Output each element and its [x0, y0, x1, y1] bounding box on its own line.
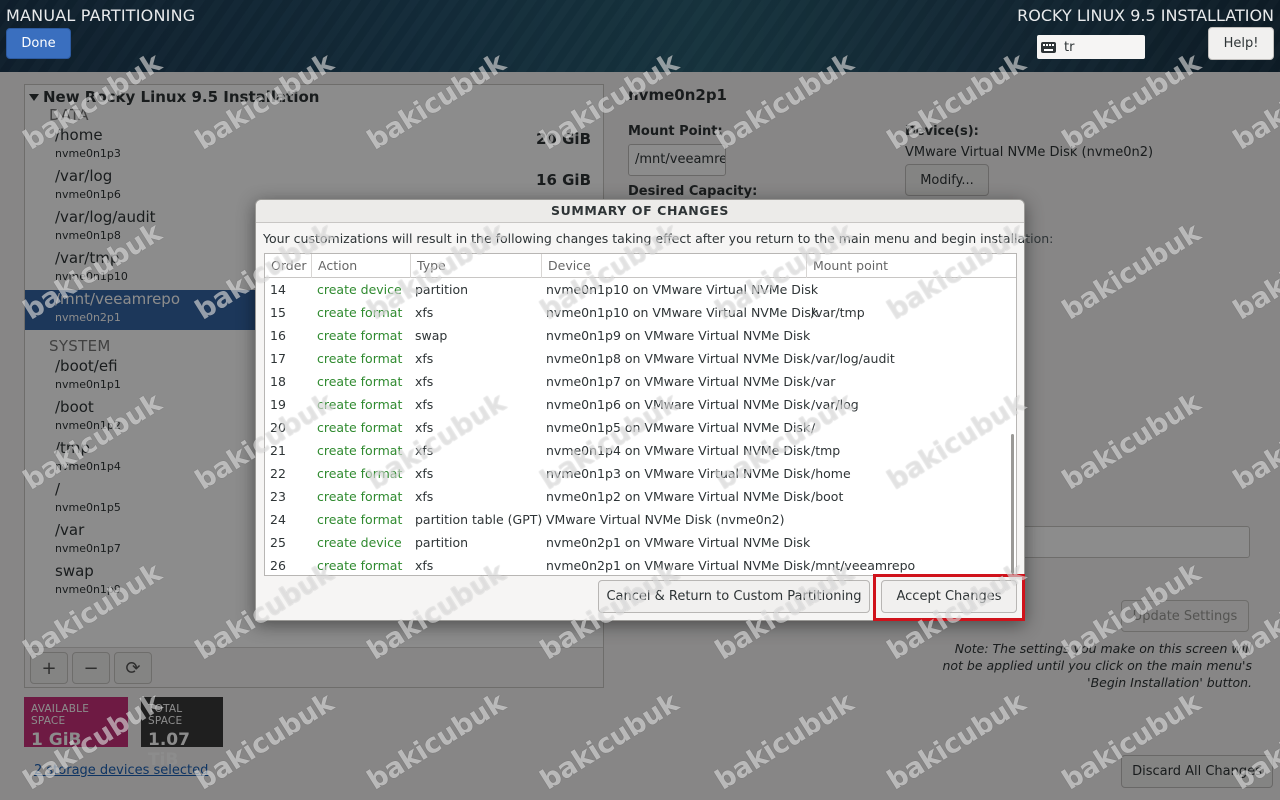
cell-mount: /var/tmp — [811, 305, 865, 320]
cell-device: nvme0n2p1 on VMware Virtual NVMe Disk — [546, 558, 811, 573]
cell-action: create device — [317, 535, 402, 550]
cell-mount: / — [811, 420, 816, 435]
table-header: Order Action Type Device Mount point — [265, 254, 1016, 278]
cell-device: nvme0n1p7 on VMware Virtual NVMe Disk — [546, 374, 811, 389]
keyboard-layout-label: tr — [1064, 39, 1075, 55]
keyboard-icon — [1041, 41, 1056, 53]
help-button[interactable]: Help! — [1208, 27, 1274, 60]
dialog-title: SUMMARY OF CHANGES — [256, 200, 1024, 223]
cell-type: xfs — [415, 420, 434, 435]
cell-device: nvme0n1p10 on VMware Virtual NVMe Disk — [546, 305, 819, 320]
cell-action: create format — [317, 305, 403, 320]
changes-table: Order Action Type Device Mount point 14 c… — [264, 253, 1017, 576]
table-row[interactable]: 20 create format xfs nvme0n1p5 on VMware Vi… — [265, 417, 1016, 440]
cell-mount: /mnt/veeamrepo — [811, 558, 916, 573]
cell-mount: /tmp — [811, 443, 841, 458]
cell-action: create format — [317, 466, 403, 481]
cell-order: 20 — [270, 420, 286, 435]
table-row[interactable]: 15 create format xfs nvme0n1p10 on VMware V… — [265, 302, 1016, 325]
cell-device: nvme0n1p4 on VMware Virtual NVMe Disk — [546, 443, 811, 458]
table-row[interactable]: 19 create format xfs nvme0n1p6 on VMware Vi… — [265, 394, 1016, 417]
cell-mount: /var — [811, 374, 836, 389]
column-device[interactable]: Device — [542, 254, 807, 278]
cell-type: xfs — [415, 374, 434, 389]
cell-order: 18 — [270, 374, 286, 389]
table-row[interactable]: 22 create format xfs nvme0n1p3 on VMware Vi… — [265, 463, 1016, 486]
cell-device: nvme0n1p3 on VMware Virtual NVMe Disk — [546, 466, 811, 481]
cell-type: xfs — [415, 305, 434, 320]
cell-order: 14 — [270, 282, 286, 297]
cell-type: partition — [415, 282, 469, 297]
cell-order: 23 — [270, 489, 286, 504]
cell-device: VMware Virtual NVMe Disk (nvme0n2) — [546, 512, 785, 527]
column-type[interactable]: Type — [411, 254, 542, 278]
cell-device: nvme0n1p10 on VMware Virtual NVMe Disk — [546, 282, 819, 297]
table-row[interactable]: 23 create format xfs nvme0n1p2 on VMware Vi… — [265, 486, 1016, 509]
cell-type: swap — [415, 328, 448, 343]
cell-type: partition — [415, 535, 469, 550]
cell-action: create format — [317, 489, 403, 504]
cell-order: 22 — [270, 466, 286, 481]
column-mount-point[interactable]: Mount point — [807, 254, 1016, 278]
cell-order: 16 — [270, 328, 286, 343]
cell-type: xfs — [415, 489, 434, 504]
cell-action: create format — [317, 443, 403, 458]
cell-type: xfs — [415, 397, 434, 412]
table-row[interactable]: 21 create format xfs nvme0n1p4 on VMware Vi… — [265, 440, 1016, 463]
cell-action: create device — [317, 282, 402, 297]
column-order[interactable]: Order — [265, 254, 312, 278]
accept-button-highlight-box — [873, 574, 1025, 621]
cell-device: nvme0n1p8 on VMware Virtual NVMe Disk — [546, 351, 811, 366]
cell-order: 17 — [270, 351, 286, 366]
cell-type: xfs — [415, 443, 434, 458]
cell-mount: /var/log/audit — [811, 351, 895, 366]
cell-action: create format — [317, 351, 403, 366]
cell-device: nvme0n2p1 on VMware Virtual NVMe Disk — [546, 535, 811, 550]
cell-device: nvme0n1p6 on VMware Virtual NVMe Disk — [546, 397, 811, 412]
cell-action: create format — [317, 512, 403, 527]
product-title: ROCKY LINUX 9.5 INSTALLATION — [1017, 6, 1274, 25]
summary-of-changes-dialog: SUMMARY OF CHANGES Your customizations w… — [255, 199, 1053, 621]
cell-device: nvme0n1p5 on VMware Virtual NVMe Disk — [546, 420, 811, 435]
cell-type: xfs — [415, 351, 434, 366]
cell-action: create format — [317, 397, 403, 412]
cell-mount: /boot — [811, 489, 844, 504]
cell-action: create format — [317, 420, 403, 435]
cell-mount: /var/log — [811, 397, 859, 412]
page-title: MANUAL PARTITIONING — [6, 6, 196, 25]
table-row[interactable]: 25 create device partition nvme0n2p1 on VMw… — [265, 532, 1016, 555]
cell-order: 19 — [270, 397, 286, 412]
keyboard-layout-selector[interactable]: tr — [1037, 35, 1145, 59]
table-row[interactable]: 26 create format xfs nvme0n2p1 on VMware Vi… — [265, 555, 1016, 575]
column-action[interactable]: Action — [312, 254, 411, 278]
dialog-message: Your customizations will result in the f… — [263, 231, 1054, 246]
cell-type: xfs — [415, 558, 434, 573]
done-button[interactable]: Done — [6, 28, 71, 59]
cell-action: create format — [317, 374, 403, 389]
table-body: 14 create device partition nvme0n1p10 on VM… — [265, 279, 1016, 575]
table-row[interactable]: 16 create format swap nvme0n1p9 on VMware V… — [265, 325, 1016, 348]
table-row[interactable]: 14 create device partition nvme0n1p10 on VM… — [265, 279, 1016, 302]
cell-device: nvme0n1p2 on VMware Virtual NVMe Disk — [546, 489, 811, 504]
table-row[interactable]: 24 create format partition table (GPT) VMwa… — [265, 509, 1016, 532]
cell-order: 26 — [270, 558, 286, 573]
cell-type: partition table (GPT) — [415, 512, 543, 527]
table-scrollbar[interactable] — [1011, 434, 1014, 574]
cancel-return-button[interactable]: Cancel & Return to Custom Partitioning — [598, 580, 870, 613]
cell-mount: /home — [811, 466, 851, 481]
table-row[interactable]: 18 create format xfs nvme0n1p7 on VMware Vi… — [265, 371, 1016, 394]
cell-order: 24 — [270, 512, 286, 527]
table-row[interactable]: 17 create format xfs nvme0n1p8 on VMware Vi… — [265, 348, 1016, 371]
cell-order: 25 — [270, 535, 286, 550]
cell-type: xfs — [415, 466, 434, 481]
cell-action: create format — [317, 328, 403, 343]
cell-device: nvme0n1p9 on VMware Virtual NVMe Disk — [546, 328, 811, 343]
cell-action: create format — [317, 558, 403, 573]
cell-order: 15 — [270, 305, 286, 320]
cell-order: 21 — [270, 443, 286, 458]
